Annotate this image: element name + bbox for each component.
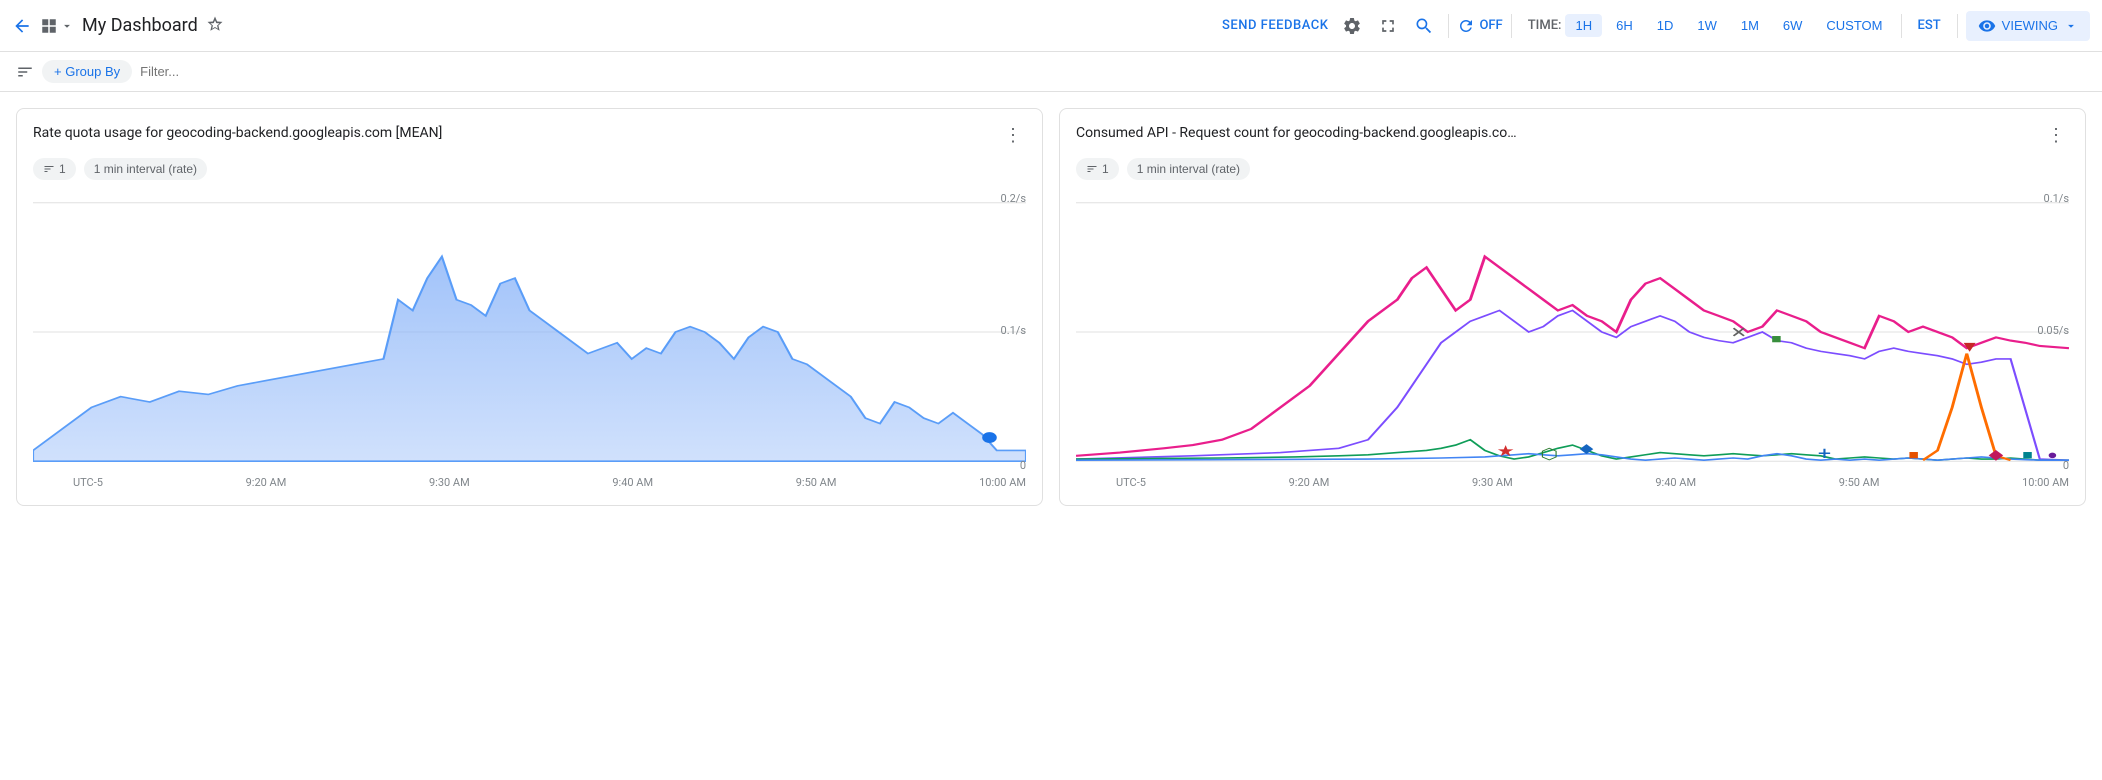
- chart-2-header: Consumed API - Request count for geocodi…: [1076, 125, 2069, 146]
- chart-1-interval-label: 1 min interval (rate): [94, 162, 197, 176]
- chart-1-y-mid: 0.1/s: [1001, 324, 1026, 337]
- chart-card-1: Rate quota usage for geocoding-backend.g…: [16, 108, 1043, 506]
- chart-2-filter-button[interactable]: 1: [1076, 158, 1119, 180]
- viewing-button[interactable]: VIEWING: [1966, 11, 2090, 41]
- chart-2-x-3: 9:40 AM: [1655, 476, 1696, 489]
- chart-1-x-1: 9:20 AM: [246, 476, 287, 489]
- group-by-button[interactable]: + Group By: [42, 60, 132, 83]
- chart-1-x-3: 9:40 AM: [612, 476, 653, 489]
- timezone-button[interactable]: EST: [1910, 14, 1949, 37]
- chart-2-y-mid: 0.05/s: [2037, 324, 2069, 337]
- svg-text:◆: ◆: [1580, 441, 1594, 456]
- chart-1-title: Rate quota usage for geocoding-backend.g…: [33, 125, 442, 141]
- time-label: TIME:: [1528, 18, 1562, 33]
- time-1d[interactable]: 1D: [1647, 14, 1684, 37]
- filter-input[interactable]: [140, 64, 2086, 79]
- svg-text:●: ●: [2047, 447, 2058, 462]
- time-1w[interactable]: 1W: [1687, 14, 1727, 37]
- chart-1-x-5: 10:00 AM: [979, 476, 1026, 489]
- chart-1-more-button[interactable]: ⋮: [1000, 125, 1026, 146]
- svg-text:◆: ◆: [1989, 447, 2005, 463]
- chart-2-more-button[interactable]: ⋮: [2043, 125, 2069, 146]
- refresh-button[interactable]: OFF: [1457, 17, 1502, 35]
- chart-2-interval-label: 1 min interval (rate): [1137, 162, 1240, 176]
- chart-1-x-2: 9:30 AM: [429, 476, 470, 489]
- svg-text:+: +: [1818, 444, 1831, 464]
- chart-2-title: Consumed API - Request count for geocodi…: [1076, 125, 1517, 141]
- app-header: My Dashboard SEND FEEDBACK OFF TIME: 1H …: [0, 0, 2102, 52]
- refresh-label: OFF: [1479, 18, 1502, 33]
- svg-text:⬡: ⬡: [1540, 446, 1558, 464]
- svg-text:■: ■: [2022, 447, 2033, 462]
- chart-2-x-4: 9:50 AM: [1839, 476, 1880, 489]
- dashboard-title: My Dashboard: [82, 15, 198, 36]
- filter-bar: + Group By: [0, 52, 2102, 92]
- chart-2-area: ★ ⬡ ◆ ✕ ■ + ■ ▼ ◆ ■ ●: [1076, 192, 2069, 472]
- chart-2-x-5: 10:00 AM: [2022, 476, 2069, 489]
- chart-2-y-max: 0.1/s: [2044, 192, 2069, 205]
- chart-2-x-axis: UTC-5 9:20 AM 9:30 AM 9:40 AM 9:50 AM 10…: [1076, 476, 2069, 489]
- chart-1-x-axis: UTC-5 9:20 AM 9:30 AM 9:40 AM 9:50 AM 10…: [33, 476, 1026, 489]
- chart-1-y-max: 0.2/s: [1001, 192, 1026, 205]
- header-left: My Dashboard SEND FEEDBACK: [12, 15, 1328, 37]
- group-by-label: + Group By: [54, 64, 120, 79]
- chart-2-x-1: 9:20 AM: [1289, 476, 1330, 489]
- chart-2-y-min: 0: [2063, 459, 2069, 472]
- header-right: OFF TIME: 1H 6H 1D 1W 1M 6W CUSTOM EST V…: [1336, 10, 2090, 42]
- viewing-label: VIEWING: [2002, 18, 2058, 33]
- chart-1-x-4: 9:50 AM: [796, 476, 837, 489]
- chart-1-y-min: 0: [1020, 459, 1026, 472]
- separator-3: [1901, 14, 1902, 38]
- settings-button[interactable]: [1336, 10, 1368, 42]
- svg-text:■: ■: [1771, 331, 1782, 346]
- svg-text:★: ★: [1497, 442, 1515, 460]
- chart-1-header: Rate quota usage for geocoding-backend.g…: [33, 125, 1026, 146]
- time-6w[interactable]: 6W: [1773, 14, 1813, 37]
- star-icon[interactable]: [206, 15, 224, 37]
- chart-1-svg: [33, 192, 1026, 472]
- chart-2-filter-count: 1: [1102, 162, 1109, 176]
- svg-text:✕: ✕: [1730, 324, 1747, 342]
- chart-1-interval-button[interactable]: 1 min interval (rate): [84, 158, 207, 180]
- time-1h[interactable]: 1H: [1565, 14, 1602, 37]
- time-custom[interactable]: CUSTOM: [1816, 14, 1892, 37]
- main-content: Rate quota usage for geocoding-backend.g…: [0, 92, 2102, 522]
- filter-menu-icon[interactable]: [16, 63, 34, 81]
- dashboard-icon[interactable]: [40, 17, 74, 35]
- chart-1-area: 0.2/s 0.1/s 0: [33, 192, 1026, 472]
- chart-1-filter-count: 1: [59, 162, 66, 176]
- chart-card-2: Consumed API - Request count for geocodi…: [1059, 108, 2086, 506]
- svg-text:▼: ▼: [1959, 338, 1979, 356]
- separator-2: [1511, 14, 1512, 38]
- chart-1-filter-button[interactable]: 1: [33, 158, 76, 180]
- chart-1-controls: 1 1 min interval (rate): [33, 158, 1026, 180]
- chart-2-controls: 1 1 min interval (rate): [1076, 158, 2069, 180]
- send-feedback-button[interactable]: SEND FEEDBACK: [1222, 18, 1328, 33]
- time-1m[interactable]: 1M: [1731, 14, 1769, 37]
- back-button[interactable]: [12, 16, 32, 36]
- search-button[interactable]: [1408, 10, 1440, 42]
- svg-text:■: ■: [1908, 447, 1919, 462]
- chart-2-x-0: UTC-5: [1116, 476, 1146, 489]
- chart-1-x-0: UTC-5: [73, 476, 103, 489]
- chart-2-x-2: 9:30 AM: [1472, 476, 1513, 489]
- separator-1: [1448, 14, 1449, 38]
- fullscreen-button[interactable]: [1372, 10, 1404, 42]
- chart-2-svg: ★ ⬡ ◆ ✕ ■ + ■ ▼ ◆ ■ ●: [1076, 192, 2069, 472]
- time-6h[interactable]: 6H: [1606, 14, 1643, 37]
- chart-2-interval-button[interactable]: 1 min interval (rate): [1127, 158, 1250, 180]
- separator-4: [1957, 14, 1958, 38]
